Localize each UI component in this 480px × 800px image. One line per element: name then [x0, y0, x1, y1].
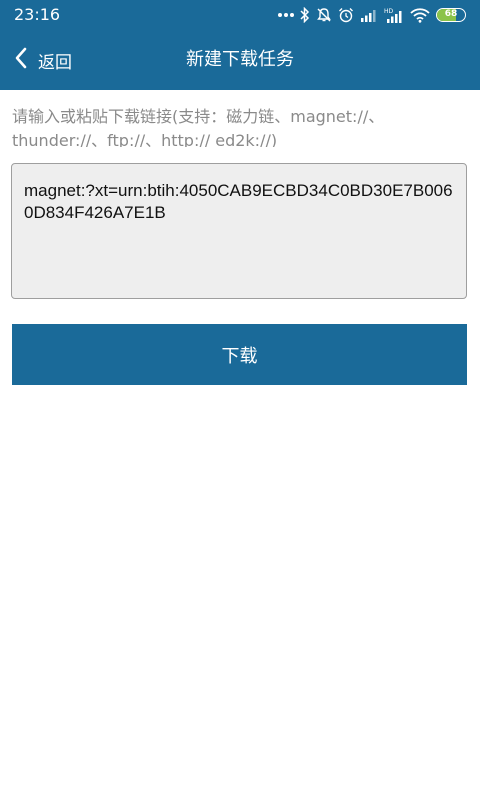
- status-bar: 23:16 HD 68: [0, 0, 480, 30]
- alarm-icon: [338, 5, 354, 25]
- app-bar: 返回 新建下载任务: [0, 30, 480, 90]
- battery-indicator: 68: [436, 8, 466, 22]
- page-title: 新建下载任务: [186, 49, 294, 70]
- battery-icon: 68: [436, 5, 466, 25]
- battery-level: 68: [444, 9, 458, 19]
- link-input[interactable]: magnet:?xt=urn:btih:4050CAB9ECBD34C0BD30…: [11, 163, 467, 299]
- more-dots-icon: [278, 5, 294, 25]
- svg-text:HD: HD: [384, 8, 394, 15]
- wifi-icon: [410, 5, 430, 25]
- status-time: 23:16: [14, 5, 61, 24]
- hint-text: 请输入或粘贴下载链接(支持：磁力链、magnet://、thunder://、f…: [12, 107, 385, 147]
- status-icons: HD 68: [278, 5, 466, 25]
- notifications-off-icon: [316, 5, 332, 25]
- bluetooth-icon: [300, 5, 310, 25]
- download-button[interactable]: 下载: [12, 324, 467, 385]
- signal-hd-icon: HD: [384, 5, 404, 25]
- signal-icon: [360, 5, 378, 25]
